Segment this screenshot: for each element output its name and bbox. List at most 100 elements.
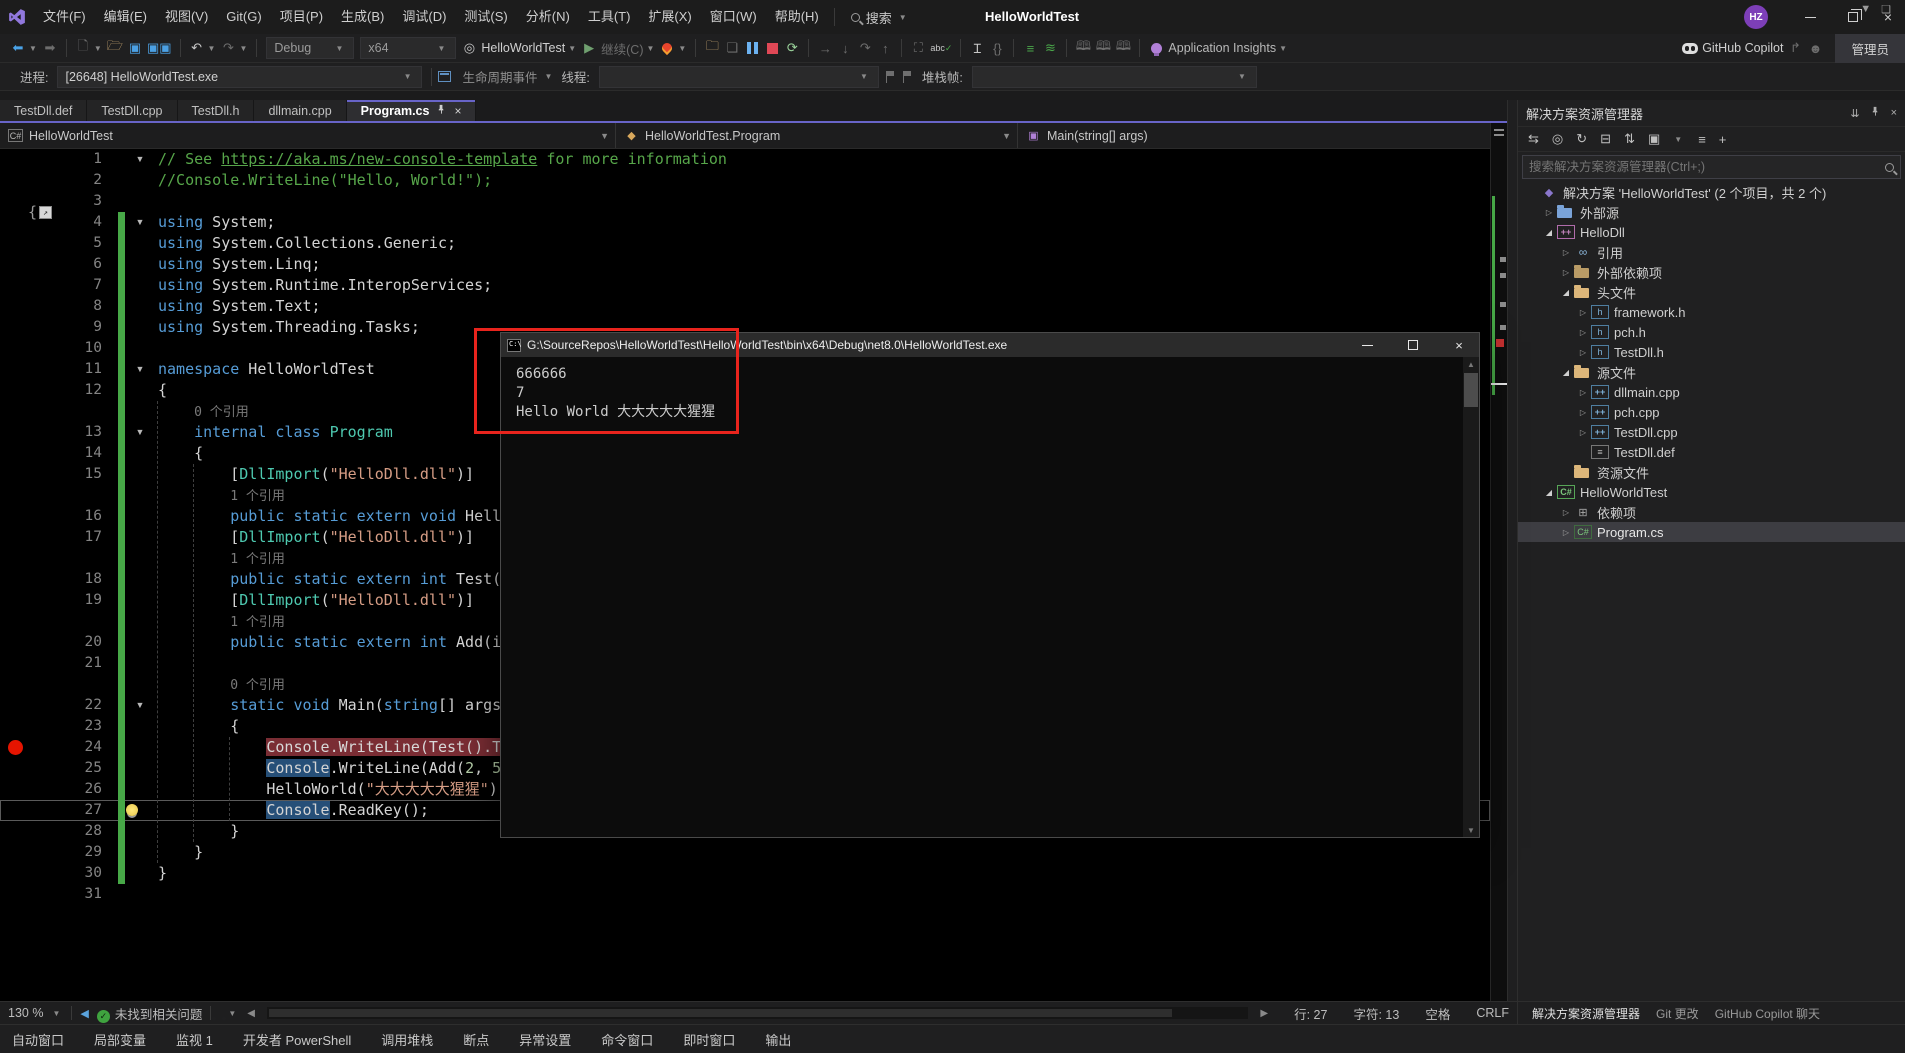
flag-outline-icon[interactable]	[903, 71, 912, 83]
fold-margin[interactable]	[128, 548, 152, 569]
tab-testdll-cpp[interactable]: TestDll.cpp	[87, 100, 177, 121]
breakpoint-margin[interactable]	[0, 359, 36, 380]
tree-item-resource-files[interactable]: 资源文件	[1518, 462, 1905, 482]
breakpoint-margin[interactable]	[0, 611, 36, 632]
scrollbar-thumb[interactable]	[269, 1009, 1172, 1017]
solution-search-input[interactable]	[1529, 160, 1885, 174]
fold-margin[interactable]	[128, 485, 152, 506]
tree-item-program-cs[interactable]: ▷C#Program.cs	[1518, 522, 1905, 542]
menu-item-5[interactable]: 生成(B)	[332, 0, 393, 34]
solution-search[interactable]	[1522, 155, 1901, 179]
panel-tab-2[interactable]: GitHub Copilot 聊天	[1709, 1005, 1826, 1022]
fold-margin[interactable]	[128, 653, 152, 674]
fold-margin[interactable]	[128, 380, 152, 401]
breakpoint-margin[interactable]	[0, 170, 36, 191]
fold-margin[interactable]	[128, 737, 152, 758]
editor-horizontal-scrollbar[interactable]	[267, 1007, 1248, 1019]
tab-testdll-def[interactable]: TestDll.def	[0, 100, 87, 121]
restart-button[interactable]: ⟳	[782, 36, 802, 60]
fold-margin[interactable]	[128, 884, 152, 905]
tab-dllmain-cpp[interactable]: dllmain.cpp	[254, 100, 346, 121]
breakpoint-margin[interactable]	[0, 401, 36, 422]
new-item-icon[interactable]: +	[1719, 132, 1727, 147]
fold-margin[interactable]	[128, 821, 152, 842]
tree-item-testdll-cpp[interactable]: ▷++TestDll.cpp	[1518, 422, 1905, 442]
menu-item-1[interactable]: 编辑(E)	[95, 0, 156, 34]
tool-window-tab-1[interactable]: 局部变量	[94, 1030, 146, 1049]
pin-icon[interactable]	[436, 104, 447, 118]
navigate-back-button[interactable]: ⬅	[8, 36, 28, 60]
tree-item-dependencies[interactable]: ▷⊞依赖项	[1518, 502, 1905, 522]
volume-icon[interactable]: ◀	[80, 1007, 88, 1020]
minimize-button[interactable]	[1790, 0, 1830, 34]
indent-increase-button[interactable]: ≡	[1020, 36, 1040, 60]
member-dropdown[interactable]: ▣ Main(string[] args) ▼	[1018, 123, 1517, 148]
fold-margin[interactable]	[128, 233, 152, 254]
startup-project-select[interactable]: HelloWorldTest	[479, 36, 567, 60]
tree-item-solution[interactable]: ◆解决方案 'HelloWorldTest' (2 个项目，共 2 个)	[1518, 182, 1905, 202]
console-minimize-button[interactable]	[1347, 333, 1387, 357]
menu-item-6[interactable]: 调试(D)	[393, 0, 455, 34]
breakpoint-icon[interactable]	[8, 740, 23, 755]
chevron-down-icon[interactable]: ▼	[568, 44, 576, 53]
console-maximize-button[interactable]	[1393, 333, 1433, 357]
spell-check-button[interactable]: abc✓	[928, 36, 954, 60]
project-dropdown[interactable]: C# HelloWorldTest ▼	[0, 123, 616, 148]
fold-margin[interactable]	[128, 716, 152, 737]
chevron-down-icon[interactable]: ▼	[208, 44, 216, 53]
console-scrollbar[interactable]: ▲ ▼	[1463, 357, 1479, 837]
breakpoint-margin[interactable]	[0, 296, 36, 317]
pending-changes-filter-icon[interactable]: ↻	[1576, 131, 1587, 147]
breakpoint-margin[interactable]	[0, 464, 36, 485]
tool-window-tab-7[interactable]: 命令窗口	[601, 1030, 653, 1049]
breakpoint-margin[interactable]	[0, 758, 36, 779]
code-line-2[interactable]: 2//Console.WriteLine("Hello, World!");	[0, 170, 1490, 191]
breakpoint-margin[interactable]	[0, 506, 36, 527]
line-ending-indicator[interactable]: CRLF	[1476, 1006, 1509, 1020]
fold-margin[interactable]	[128, 254, 152, 275]
breakpoint-margin[interactable]	[0, 716, 36, 737]
solution-explorer-header[interactable]: 解决方案资源管理器 ⇊ ×	[1518, 100, 1905, 127]
menu-item-3[interactable]: Git(G)	[217, 0, 270, 34]
fold-margin[interactable]	[128, 758, 152, 779]
expand-icon[interactable]: ▷	[1575, 388, 1591, 397]
tree-item-helloworldtest-project[interactable]: ◢C#HelloWorldTest	[1518, 482, 1905, 502]
breakpoint-margin[interactable]	[0, 380, 36, 401]
console-close-button[interactable]: ×	[1439, 333, 1479, 357]
close-icon[interactable]: ×	[454, 104, 461, 118]
breakpoint-margin[interactable]	[0, 842, 36, 863]
breakpoint-margin[interactable]	[0, 863, 36, 884]
tool-window-tab-8[interactable]: 即时窗口	[683, 1030, 735, 1049]
open-file-button[interactable]: 🗁	[105, 36, 125, 60]
breakpoint-margin[interactable]	[0, 338, 36, 359]
fold-margin[interactable]	[128, 317, 152, 338]
show-next-statement-button[interactable]: →	[815, 36, 835, 60]
fold-margin[interactable]: ▼	[128, 422, 152, 443]
code-line-29[interactable]: 29 }	[0, 842, 1490, 863]
continue-button[interactable]: 继续(C)	[599, 36, 645, 60]
menu-item-12[interactable]: 帮助(H)	[766, 0, 828, 34]
scrollbar-thumb[interactable]	[1464, 373, 1478, 407]
fold-margin[interactable]	[128, 170, 152, 191]
tree-item-testdll-h[interactable]: ▷hTestDll.h	[1518, 342, 1905, 362]
float-window-icon[interactable]: ❏	[1881, 3, 1891, 16]
process-select[interactable]: [26648] HelloWorldTest.exe▼	[57, 66, 422, 88]
expand-icon[interactable]: ▷	[1558, 248, 1574, 257]
show-all-files-icon[interactable]: ▣	[1648, 131, 1660, 147]
code-line-3[interactable]: 3	[0, 191, 1490, 212]
fold-margin[interactable]	[128, 632, 152, 653]
collapse-icon[interactable]: ◢	[1541, 228, 1557, 237]
chevron-down-icon[interactable]: ▼	[1279, 44, 1287, 53]
menu-item-2[interactable]: 视图(V)	[156, 0, 217, 34]
search-button[interactable]: 搜索 ▼	[841, 0, 920, 34]
scroll-down-icon[interactable]: ▼	[1463, 823, 1479, 837]
expand-icon[interactable]: ▷	[1558, 508, 1574, 517]
expand-icon[interactable]: ▷	[1575, 408, 1591, 417]
tree-item-source-files[interactable]: ◢源文件	[1518, 362, 1905, 382]
tool-window-tab-5[interactable]: 断点	[463, 1030, 489, 1049]
chevron-down-icon[interactable]: ▼	[29, 44, 37, 53]
type-dropdown[interactable]: ◆ HelloWorldTest.Program ▼	[616, 123, 1018, 148]
tool-window-tab-3[interactable]: 开发者 PowerShell	[243, 1030, 351, 1049]
panel-tab-1[interactable]: Git 更改	[1650, 1005, 1705, 1022]
tab-program-cs[interactable]: Program.cs×	[347, 100, 477, 121]
